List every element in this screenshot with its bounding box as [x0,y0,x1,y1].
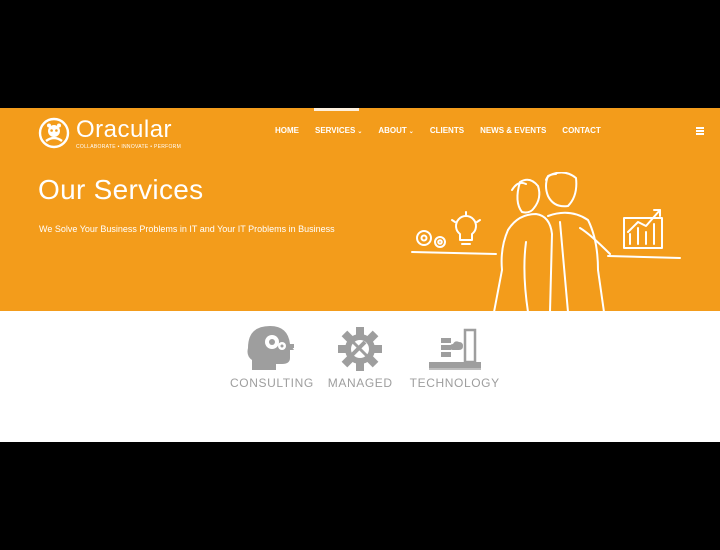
chevron-down-icon: ⌄ [357,129,363,135]
service-label: MANAGED [327,376,393,390]
nav-clients[interactable]: CLIENTS [430,126,464,135]
services-list: CONSULTING MANAGED TECHNOLOGY [230,322,500,390]
nav-contact[interactable]: CONTACT [562,126,601,135]
business-people-illustration [411,172,681,312]
page-subtitle: We Solve Your Business Problems in IT an… [39,224,335,234]
service-consulting[interactable]: CONSULTING [230,322,314,390]
hero-banner: Oracular COLLABORATE • INNOVATE • PERFOR… [0,108,720,312]
page-title: Our Services [38,174,204,205]
service-label: CONSULTING [230,376,314,390]
oracular-logo-icon [38,117,70,149]
chevron-down-icon: ⌄ [408,129,414,135]
brand-tagline: COLLABORATE • INNOVATE • PERFORM [76,144,182,150]
nav-about[interactable]: ABOUT ⌄ [378,126,413,135]
active-nav-indicator [314,108,359,111]
website-frame: Oracular COLLABORATE • INNOVATE • PERFOR… [0,108,720,442]
laptop-server-icon [428,328,481,370]
head-gears-icon [247,326,294,370]
service-label: TECHNOLOGY [409,376,500,390]
hamburger-icon[interactable] [696,127,704,135]
nav-services[interactable]: SERVICES ⌄ [315,126,362,135]
service-managed[interactable]: MANAGED [328,322,393,390]
service-technology[interactable]: TECHNOLOGY [410,322,500,390]
nav-news-events[interactable]: NEWS & EVENTS [480,126,546,135]
nav-home[interactable]: HOME [275,126,299,135]
main-nav: HOME SERVICES ⌄ ABOUT ⌄ CLIENTS NEWS & EVE… [275,126,617,135]
gear-wrench-icon [338,327,383,371]
brand-logo[interactable]: Oracular COLLABORATE • INNOVATE • PERFOR… [38,117,181,150]
brand-name: Oracular [76,116,173,143]
